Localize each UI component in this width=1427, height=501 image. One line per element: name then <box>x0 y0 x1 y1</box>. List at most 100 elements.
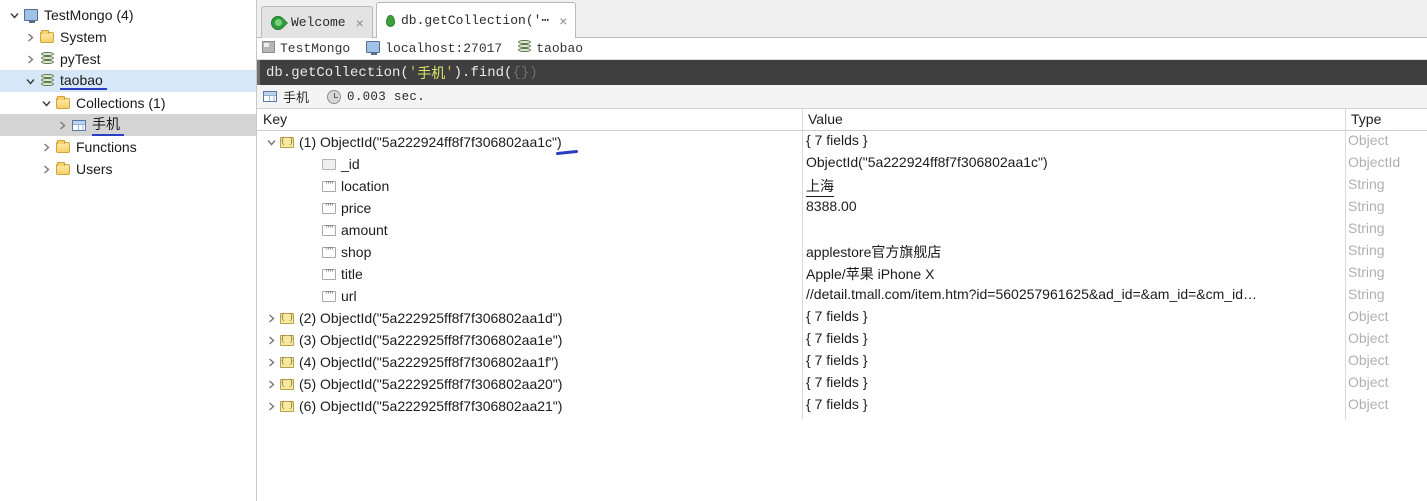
breadcrumb-label: localhost:27017 <box>385 41 503 56</box>
row-key-label: (1) ObjectId("5a222924ff8f7f306802aa1c") <box>299 134 562 150</box>
string-icon: "" <box>322 290 336 302</box>
row-type-cell: Object <box>1348 396 1389 412</box>
row-type-cell: String <box>1348 242 1385 258</box>
query-editor[interactable]: db.getCollection(' 手机 ').find({}) <box>257 60 1427 85</box>
mongo-leaf-small-icon <box>386 14 395 27</box>
chevron-right-icon[interactable] <box>54 114 70 136</box>
result-collection-label: 手机 <box>283 90 310 105</box>
clock-icon <box>327 89 342 104</box>
column-header-value[interactable]: Value <box>808 111 843 127</box>
tree-item-system[interactable]: System <box>0 26 256 48</box>
table-row[interactable]: { } (2) ObjectId("5a222925ff8f7f306802aa1… <box>257 307 1427 329</box>
breadcrumb-item-localhost-27017[interactable]: localhost:27017 <box>366 40 503 57</box>
row-value-cell: 上海 <box>806 176 834 197</box>
row-key-cell: { } (4) ObjectId("5a222925ff8f7f306802aa1… <box>262 352 559 372</box>
tree-item-label: taobao <box>60 72 107 90</box>
tree-item-label: TestMongo (4) <box>44 7 134 23</box>
query-quote-close: ' <box>445 64 454 81</box>
chevron-right-icon[interactable] <box>262 352 280 372</box>
row-type-cell: Object <box>1348 418 1388 419</box>
connection-tree-sidebar[interactable]: TestMongo (4) System pyTest taobao Collectio… <box>0 0 257 501</box>
chevron-right-icon[interactable] <box>22 26 38 48</box>
row-key-label: (3) ObjectId("5a222925ff8f7f306802aa1e") <box>299 332 563 348</box>
chevron-down-icon[interactable] <box>262 132 280 152</box>
table-row[interactable]: { } (1) ObjectId("5a222924ff8f7f306802aa1… <box>257 131 1427 156</box>
row-key-cell: { }(7) ObjectId("5a222925ff8f7f306802aa2… <box>262 418 562 419</box>
table-row[interactable]: "" url //detail.tmall.com/item.htm?id=5602… <box>257 285 1427 307</box>
chevron-down-icon[interactable] <box>22 70 38 92</box>
chevron-right-icon[interactable] <box>262 396 280 416</box>
tree-item-label: System <box>60 29 107 45</box>
row-key-cell: "" location <box>304 176 389 196</box>
table-row[interactable]: { } (6) ObjectId("5a222925ff8f7f306802aa2… <box>257 395 1427 417</box>
tree-item-label: Users <box>76 161 113 177</box>
tab-label: Welcome <box>291 15 346 30</box>
breadcrumb-item-taobao[interactable]: taobao <box>518 39 583 58</box>
chevron-right-icon[interactable] <box>262 418 280 419</box>
row-value-cell: { 7 fields } <box>806 132 868 148</box>
collection-icon <box>70 117 88 133</box>
results-table-header: Key Value Type <box>257 109 1427 131</box>
tree-item-users[interactable]: Users <box>0 158 256 180</box>
monitor-icon <box>366 40 381 57</box>
table-row[interactable]: "" title Apple/苹果 iPhone X String <box>257 263 1427 285</box>
results-table-body[interactable]: { } (1) ObjectId("5a222924ff8f7f306802aa1… <box>257 131 1427 419</box>
tab-query[interactable]: db.getCollection('⋯ × <box>376 2 577 38</box>
chevron-right-icon[interactable] <box>22 48 38 70</box>
tree-item-functions[interactable]: Functions <box>0 136 256 158</box>
string-icon: "" <box>322 224 336 236</box>
query-braces: {} <box>512 64 530 81</box>
table-row[interactable]: { }(7) ObjectId("5a222925ff8f7f306802aa2… <box>257 417 1427 419</box>
table-row[interactable]: { } (3) ObjectId("5a222925ff8f7f306802aa1… <box>257 329 1427 351</box>
chevron-right-icon[interactable] <box>262 308 280 328</box>
row-key-cell: { } (2) ObjectId("5a222925ff8f7f306802aa1… <box>262 308 562 328</box>
breadcrumb-item-testmongo[interactable]: TestMongo <box>262 40 350 57</box>
row-value-cell: Apple/苹果 iPhone X <box>806 266 935 282</box>
row-type-cell: String <box>1348 264 1385 280</box>
tree-item-collections-1-[interactable]: Collections (1) <box>0 92 256 114</box>
tree-item-testmongo-4-[interactable]: TestMongo (4) <box>0 4 256 26</box>
row-type-cell: String <box>1348 286 1385 302</box>
close-icon[interactable]: × <box>559 13 567 29</box>
table-row[interactable]: "" amount String <box>257 219 1427 241</box>
tab-strip[interactable]: Welcome × db.getCollection('⋯ × <box>257 0 1427 38</box>
folder-icon <box>38 29 56 45</box>
row-value-cell: //detail.tmall.com/item.htm?id=560257961… <box>806 286 1257 302</box>
tab-welcome[interactable]: Welcome × <box>261 6 373 38</box>
tree-item-pytest[interactable]: pyTest <box>0 48 256 70</box>
object-icon: { } <box>280 378 294 390</box>
chevron-down-icon[interactable] <box>6 4 22 26</box>
table-row[interactable]: "" price 8388.00 String <box>257 197 1427 219</box>
chevron-down-icon[interactable] <box>38 92 54 114</box>
chevron-right-icon[interactable] <box>38 136 54 158</box>
row-value-cell: { 7 fields } <box>806 308 868 324</box>
chevron-right-icon[interactable] <box>262 330 280 350</box>
tree-item-label: Functions <box>76 139 137 155</box>
row-value-cell: { 7 fields } <box>806 396 868 412</box>
table-row[interactable]: { } (4) ObjectId("5a222925ff8f7f306802aa1… <box>257 351 1427 373</box>
table-row[interactable]: _id ObjectId("5a222924ff8f7f306802aa1c") O… <box>257 153 1427 175</box>
query-quote-open: ' <box>408 64 418 81</box>
tree-item-label: Collections (1) <box>76 95 166 111</box>
tree-item--[interactable]: 手机 <box>0 114 256 136</box>
table-row[interactable]: "" location 上海 String <box>257 175 1427 197</box>
query-duration: 0.003 sec. <box>347 89 426 104</box>
row-key-cell: "" url <box>304 286 357 306</box>
row-key-label: shop <box>341 244 372 260</box>
results-table[interactable]: Key Value Type { } (1) ObjectId("5a222924… <box>257 109 1427 419</box>
tree-item-taobao[interactable]: taobao <box>0 70 256 92</box>
breadcrumb[interactable]: TestMongo localhost:27017 taobao <box>257 38 1427 60</box>
row-type-cell: ObjectId <box>1348 154 1401 170</box>
chevron-right-icon[interactable] <box>262 374 280 394</box>
chevron-right-icon[interactable] <box>38 158 54 180</box>
database-icon <box>38 51 56 67</box>
column-header-key[interactable]: Key <box>263 111 287 127</box>
row-type-cell: Object <box>1348 132 1389 148</box>
table-row[interactable]: { } (5) ObjectId("5a222925ff8f7f306802aa2… <box>257 373 1427 395</box>
column-header-type[interactable]: Type <box>1351 111 1381 127</box>
close-icon[interactable]: × <box>356 15 364 31</box>
table-row[interactable]: "" shop applestore官方旗舰店 String <box>257 241 1427 263</box>
